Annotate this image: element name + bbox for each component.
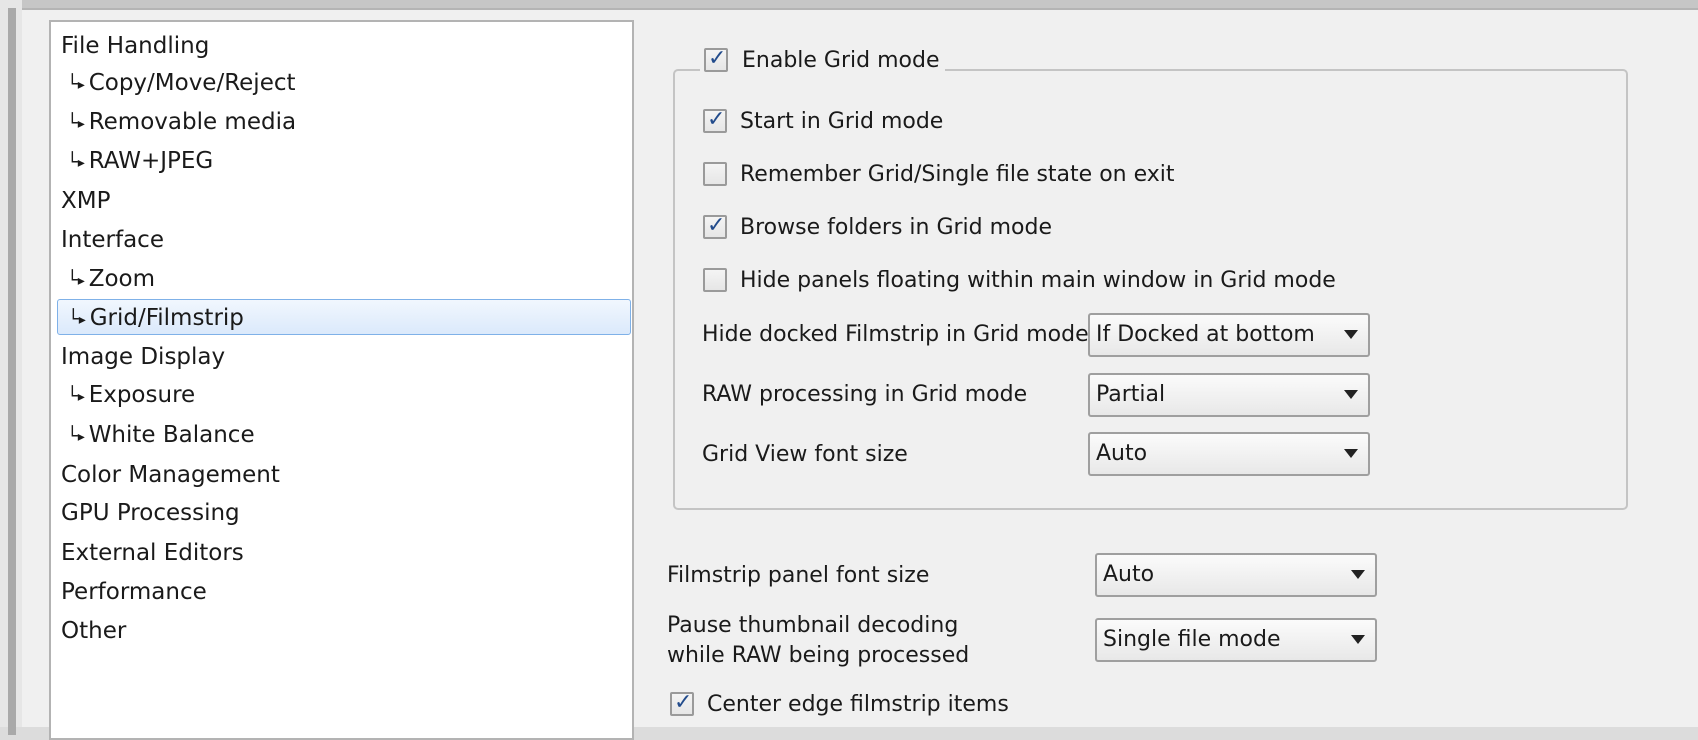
tree-item-gpu-processing[interactable]: GPU Processing [57, 495, 631, 531]
tree-item-file-handling[interactable]: File Handling [57, 28, 631, 64]
pause-decoding-label: Pause thumbnail decoding while RAW being… [667, 611, 969, 671]
pause-decoding-line2: while RAW being processed [667, 643, 970, 668]
enable-grid-label: Enable Grid mode [742, 47, 940, 73]
tree-item-image-display[interactable]: Image Display [57, 339, 631, 375]
center-edge-label: Center edge filmstrip items [707, 691, 1009, 717]
child-arrow-icon: └▸ [67, 74, 87, 95]
remember-state-row[interactable]: Remember Grid/Single file state on exit [703, 157, 1175, 191]
remember-state-checkbox[interactable] [703, 162, 727, 186]
tree-item-exposure[interactable]: └▸ Exposure [57, 377, 631, 413]
chevron-down-icon [1344, 390, 1358, 399]
tree-item-label: XMP [61, 188, 111, 214]
grid-font-size-value: Auto [1096, 441, 1148, 466]
child-arrow-icon: └▸ [67, 152, 87, 173]
left-frame [0, 0, 22, 735]
center-edge-row[interactable]: Center edge filmstrip items [670, 687, 1009, 721]
window-top-edge [0, 0, 1698, 10]
tree-item-label: Color Management [61, 462, 280, 488]
tree-item-label: Exposure [88, 382, 196, 408]
tree-item-color-management[interactable]: Color Management [57, 457, 631, 493]
tree-item-other[interactable]: Other [57, 613, 631, 649]
chevron-down-icon [1344, 330, 1358, 339]
start-in-grid-label: Start in Grid mode [740, 108, 944, 134]
start-in-grid-row[interactable]: Start in Grid mode [703, 104, 943, 138]
chevron-down-icon [1344, 449, 1358, 458]
tree-item-label: External Editors [61, 540, 244, 566]
tree-item-white-balance[interactable]: └▸ White Balance [57, 417, 631, 453]
tree-item-copy-move-reject[interactable]: └▸ Copy/Move/Reject [57, 65, 631, 101]
chevron-down-icon [1351, 635, 1365, 644]
child-arrow-icon: └▸ [67, 386, 87, 407]
tree-item-zoom[interactable]: └▸ Zoom [57, 261, 631, 297]
hide-panels-checkbox[interactable] [703, 268, 727, 292]
enable-grid-mode[interactable]: Enable Grid mode [700, 42, 946, 78]
hide-filmstrip-value: If Docked at bottom [1096, 322, 1315, 347]
filmstrip-font-size-value: Auto [1103, 562, 1155, 587]
enable-grid-checkbox[interactable] [704, 46, 728, 72]
hide-panels-label: Hide panels floating within main window … [740, 267, 1336, 293]
tree-item-interface[interactable]: Interface [57, 222, 631, 258]
tree-item-label: Performance [61, 579, 207, 605]
tree-item-performance[interactable]: Performance [57, 574, 631, 610]
tree-item-label: Image Display [61, 344, 226, 370]
hide-panels-row[interactable]: Hide panels floating within main window … [703, 263, 1336, 297]
child-arrow-icon: └▸ [68, 309, 88, 330]
pause-decoding-line1: Pause thumbnail decoding [667, 613, 959, 638]
pause-decoding-select[interactable]: Single file mode [1095, 618, 1377, 662]
browse-folders-checkbox[interactable] [703, 213, 727, 239]
raw-processing-label: RAW processing in Grid mode [702, 382, 1028, 407]
tree-item-label: File Handling [61, 33, 210, 59]
category-tree[interactable]: File Handling └▸ Copy/Move/Reject └▸ Removab… [49, 20, 634, 740]
tree-item-raw-jpeg[interactable]: └▸ RAW+JPEG [57, 143, 631, 179]
grid-font-size-select[interactable]: Auto [1088, 432, 1370, 476]
tree-item-label: RAW+JPEG [88, 148, 214, 174]
tree-item-grid-filmstrip[interactable]: └▸ Grid/Filmstrip [57, 299, 631, 335]
tree-item-xmp[interactable]: XMP [57, 183, 631, 219]
tree-item-external-editors[interactable]: External Editors [57, 535, 631, 571]
tree-item-label: White Balance [88, 422, 255, 448]
tree-item-label: Zoom [88, 266, 155, 292]
start-in-grid-checkbox[interactable] [703, 107, 727, 133]
child-arrow-icon: └▸ [67, 426, 87, 447]
browse-folders-label: Browse folders in Grid mode [740, 214, 1053, 240]
child-arrow-icon: └▸ [67, 113, 87, 134]
grid-font-size-label: Grid View font size [702, 442, 908, 467]
frame-bar [8, 8, 16, 735]
tree-item-label: Grid/Filmstrip [89, 305, 244, 331]
pause-decoding-value: Single file mode [1103, 627, 1281, 652]
center-edge-checkbox[interactable] [670, 690, 694, 716]
raw-processing-value: Partial [1096, 382, 1166, 407]
filmstrip-font-size-select[interactable]: Auto [1095, 553, 1377, 597]
child-arrow-icon: └▸ [67, 270, 87, 291]
raw-processing-select[interactable]: Partial [1088, 373, 1370, 417]
tree-item-label: Copy/Move/Reject [88, 70, 296, 96]
tree-item-label: Interface [61, 227, 164, 253]
filmstrip-font-size-label: Filmstrip panel font size [667, 563, 930, 588]
hide-filmstrip-label: Hide docked Filmstrip in Grid mode [702, 322, 1089, 347]
hide-filmstrip-select[interactable]: If Docked at bottom [1088, 313, 1370, 357]
tree-item-label: Other [61, 618, 127, 644]
remember-state-label: Remember Grid/Single file state on exit [740, 161, 1175, 187]
tree-item-label: GPU Processing [61, 500, 240, 526]
tree-item-removable-media[interactable]: └▸ Removable media [57, 104, 631, 140]
tree-item-label: Removable media [88, 109, 297, 135]
browse-folders-row[interactable]: Browse folders in Grid mode [703, 210, 1052, 244]
chevron-down-icon [1351, 570, 1365, 579]
